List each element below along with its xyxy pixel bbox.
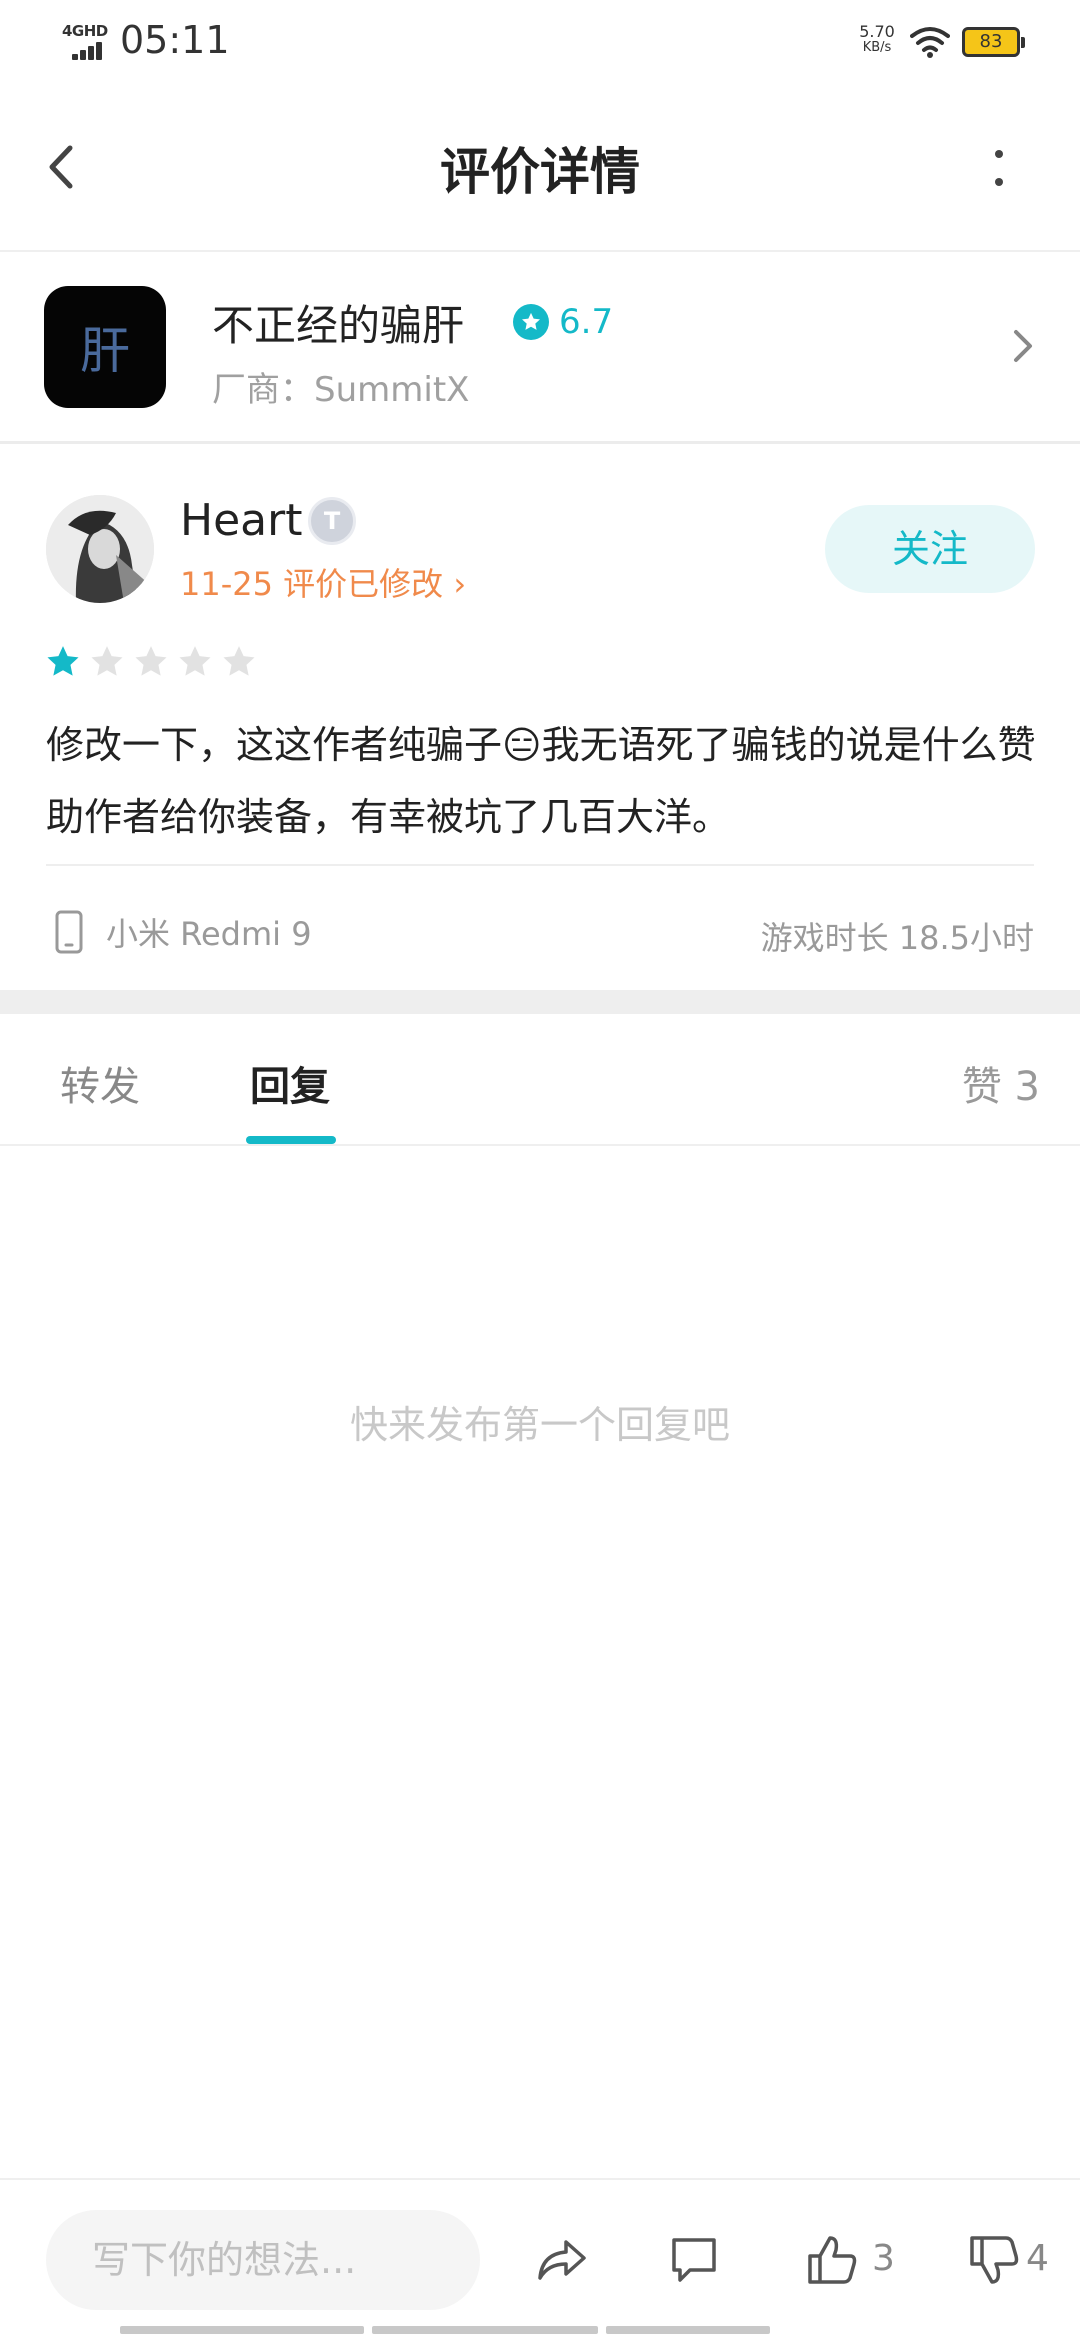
playtime: 游戏时长 18.5小时 <box>760 919 1034 957</box>
battery-icon: 83 <box>962 27 1025 57</box>
tab-bar: 转发 回复 赞 3 <box>0 1014 1080 1146</box>
dislike-icon[interactable] <box>964 2230 1024 2290</box>
star-filled-icon <box>47 646 79 676</box>
tab-indicator <box>246 1136 336 1144</box>
chevron-right-icon[interactable] <box>1008 324 1038 368</box>
battery-level: 83 <box>979 31 1003 52</box>
like-count: 3 <box>872 2238 895 2279</box>
network-speed: 5.70 KB/s <box>859 22 895 56</box>
phone-icon <box>55 910 83 954</box>
app-name: 不正经的骗肝 <box>212 301 465 350</box>
signal-icon: 4GHD <box>62 20 112 60</box>
device-info: 小米 Redmi 9 <box>54 907 312 957</box>
review-text: 修改一下，这这作者纯骗子😑我无语死了骗钱的说是什么赞助作者给你装备，有幸被坑了几… <box>46 723 1036 839</box>
user-level-badge: T <box>308 497 356 545</box>
tab-forward[interactable]: 转发 <box>60 1054 140 1112</box>
home-indicator <box>120 2326 770 2334</box>
device-name: 小米 Redmi 9 <box>106 915 312 953</box>
star-empty-icon <box>135 646 167 676</box>
wifi-icon <box>910 27 950 58</box>
status-bar: 4GHD 05:11 5.70 KB/s 83 <box>0 0 1080 84</box>
app-icon[interactable]: 肝 <box>44 286 166 408</box>
page-title: 评价详情 <box>440 143 640 201</box>
comment-input[interactable] <box>46 2210 480 2310</box>
share-icon[interactable] <box>532 2230 592 2290</box>
star-empty-icon <box>91 646 123 676</box>
app-rating: 6.7 <box>513 302 613 342</box>
tab-likes[interactable]: 赞 3 <box>962 1054 1040 1112</box>
app-vendor: 厂商：SummitX <box>212 370 470 410</box>
rating-stars <box>44 643 258 683</box>
avatar[interactable] <box>46 495 154 603</box>
clock: 05:11 <box>120 18 230 62</box>
rating-value: 6.7 <box>559 302 614 342</box>
like-icon[interactable] <box>802 2230 862 2290</box>
section-divider <box>0 990 1080 1014</box>
empty-state-text: 快来发布第一个回复吧 <box>349 1403 730 1447</box>
chevron-right-icon: › <box>443 565 467 603</box>
more-vertical-icon[interactable] <box>980 144 1020 194</box>
top-app-bar: 评价详情 <box>0 84 1080 252</box>
review-meta[interactable]: 11-25 评价已修改 › <box>180 559 466 605</box>
username[interactable]: Heart <box>180 495 302 546</box>
divider <box>46 864 1034 866</box>
star-empty-icon <box>223 646 255 676</box>
follow-button[interactable]: 关注 <box>825 505 1035 593</box>
review-card: Heart T 11-25 评价已修改 › 关注 修改一下，这这作者纯骗子😑我无… <box>0 447 1080 990</box>
network-type: 4GHD <box>62 22 108 40</box>
dislike-count: 4 <box>1026 2238 1049 2279</box>
rating-star-icon <box>513 304 549 340</box>
star-empty-icon <box>179 646 211 676</box>
app-info-card[interactable]: 肝 不正经的骗肝 6.7 厂商：SummitX <box>0 252 1080 444</box>
bottom-action-bar: 3 4 <box>0 2178 1080 2340</box>
comment-icon[interactable] <box>664 2230 724 2290</box>
tab-reply[interactable]: 回复 <box>250 1054 330 1112</box>
